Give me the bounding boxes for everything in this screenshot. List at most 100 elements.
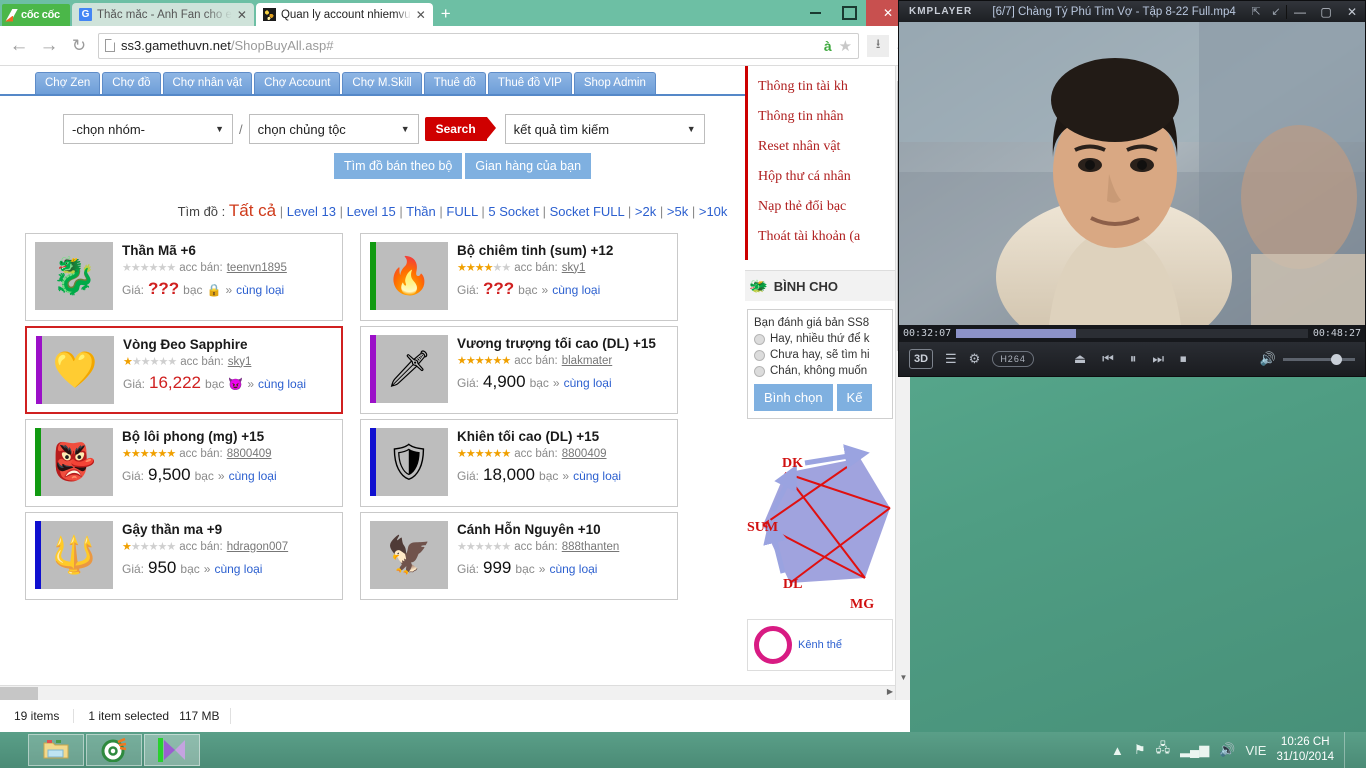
same-type-link[interactable]: cùng loại [229, 469, 277, 483]
kmplayer-close-button[interactable]: ✕ [1339, 5, 1365, 19]
browser-tab-2-close-icon[interactable]: ✕ [416, 9, 426, 21]
browser-tab-2[interactable]: Quan ly account nhiemvu ✕ [255, 3, 433, 26]
kmplayer-minimize-button[interactable]: — [1287, 5, 1313, 19]
poll-vote-button[interactable]: Bình chọn [754, 384, 833, 411]
taskbar-item-file-explorer[interactable] [28, 734, 84, 766]
site-nav-tab-cho-nhan-vat[interactable]: Chợ nhân vật [162, 72, 253, 94]
same-type-link[interactable]: cùng loại [564, 376, 612, 390]
seek-bar[interactable]: 00:32:07 00:48:27 [899, 325, 1365, 342]
poll-option-3[interactable]: Chán, không muốn [754, 365, 886, 377]
forward-icon[interactable]: → [38, 35, 60, 57]
menu-item-account-info[interactable]: Thông tin tài kh [758, 72, 895, 102]
radio-icon[interactable] [754, 333, 765, 345]
find-link-5socket[interactable]: 5 Socket [488, 204, 539, 219]
minimize-button[interactable] [798, 0, 832, 26]
poll-results-button[interactable]: Kế [836, 384, 873, 411]
find-link-5k[interactable]: >5k [667, 204, 688, 219]
find-link-socket-full[interactable]: Socket FULL [550, 204, 625, 219]
item-card[interactable]: 💛 Vòng Đeo Sapphire ★★★★★★ acc bán: sky1 Giá:… [25, 326, 343, 414]
item-thumbnail[interactable]: 💛 [36, 336, 114, 404]
find-link-than[interactable]: Thần [406, 204, 436, 219]
bookmark-star-icon[interactable]: ★ [839, 37, 852, 55]
item-card[interactable]: 👺 Bộ lôi phong (mg) +15 ★★★★★★ acc bán: 8800… [25, 419, 343, 507]
site-nav-tab-cho-do[interactable]: Chợ đồ [102, 72, 161, 94]
item-thumbnail[interactable]: 👺 [35, 428, 113, 496]
find-set-items-button[interactable]: Tìm đồ bán theo bộ [333, 153, 463, 179]
item-seller-link[interactable]: sky1 [228, 356, 252, 368]
pin-icon[interactable]: ⇱ [1246, 5, 1266, 18]
same-type-link[interactable]: cùng loại [573, 469, 621, 483]
horizontal-scroll-thumb[interactable] [0, 687, 38, 700]
same-type-link[interactable]: cùng loại [552, 283, 600, 297]
same-type-link[interactable]: cùng loại [258, 377, 306, 391]
site-nav-tab-thue-do-vip[interactable]: Thuê đồ VIP [487, 72, 572, 94]
network-icon[interactable]: 🖧 [1156, 739, 1171, 761]
codec-badge[interactable]: H264 [992, 351, 1034, 367]
address-bar[interactable]: ss3.gamethuvn.net/ShopBuyAll.asp# à ★ [98, 32, 860, 59]
same-type-link[interactable]: cùng loại [214, 562, 262, 576]
eject-icon[interactable]: ⏏ [1074, 351, 1086, 367]
maximize-button[interactable] [832, 0, 866, 26]
find-link-all[interactable]: Tất cả [229, 201, 276, 220]
item-card[interactable]: 🔱 Gậy thần ma +9 ★★★★★★ acc bán: hdragon007 G… [25, 512, 343, 600]
item-card[interactable]: 🗡 Vương trượng tối cao (DL) +15 ★★★★★★ acc … [360, 326, 678, 414]
site-nav-tab-cho-account[interactable]: Chợ Account [254, 72, 341, 94]
menu-item-topup[interactable]: Nạp thẻ đổi bạc [758, 192, 895, 222]
playlist-icon[interactable]: ☰ [945, 351, 957, 367]
new-tab-button[interactable]: + [441, 4, 451, 26]
result-select[interactable]: kết quả tìm kiếm ▼ [504, 114, 705, 144]
find-link-level13[interactable]: Level 13 [287, 204, 336, 219]
item-thumbnail[interactable]: 🛡 [370, 428, 448, 496]
menu-item-character-info[interactable]: Thông tin nhân [758, 102, 895, 132]
item-card[interactable]: 🛡 Khiên tối cao (DL) +15 ★★★★★★ acc bán: 880… [360, 419, 678, 507]
volume-icon[interactable]: 🔊 [1219, 742, 1235, 758]
menu-item-inbox[interactable]: Hộp thư cá nhân [758, 162, 895, 192]
item-card[interactable]: 🐉 Thần Mã +6 ★★★★★★ acc bán: teenvn1895 Giá:?… [25, 233, 343, 321]
volume-knob[interactable] [1331, 353, 1342, 365]
radio-icon[interactable] [754, 349, 765, 361]
poll-option-2[interactable]: Chưa hay, sẽ tìm hi [754, 349, 886, 361]
browser-tab-1-close-icon[interactable]: ✕ [237, 9, 247, 21]
video-surface[interactable] [899, 22, 1365, 325]
item-seller-link[interactable]: 888thanten [562, 541, 620, 553]
item-thumbnail[interactable]: 🔥 [370, 242, 448, 310]
signal-bars-icon[interactable]: ▂▄▆ [1180, 742, 1209, 758]
your-shop-button[interactable]: Gian hàng của bạn [465, 153, 592, 179]
next-icon[interactable]: ⏭ [1152, 351, 1164, 367]
show-desktop-button[interactable] [1344, 732, 1354, 768]
scroll-down-icon[interactable]: ▼ [896, 670, 910, 685]
item-seller-link[interactable]: teenvn1895 [227, 262, 287, 274]
language-indicator[interactable]: VIE [1245, 743, 1266, 758]
menu-item-reset-character[interactable]: Reset nhân vật [758, 132, 895, 162]
find-link-level15[interactable]: Level 15 [347, 204, 396, 219]
item-thumbnail[interactable]: 🐉 [35, 242, 113, 310]
site-nav-tab-thue-do[interactable]: Thuê đồ [423, 72, 486, 94]
race-select[interactable]: chọn chủng tộc ▼ [248, 114, 419, 144]
item-seller-link[interactable]: blakmater [562, 355, 613, 367]
volume-icon[interactable]: 🔊 [1260, 351, 1276, 367]
translate-icon[interactable]: à [824, 38, 832, 54]
item-thumbnail[interactable]: 🗡 [370, 335, 448, 403]
item-seller-link[interactable]: hdragon007 [227, 541, 288, 553]
site-nav-tab-cho-mskill[interactable]: Chợ M.Skill [342, 72, 422, 94]
taskbar-item-media-player[interactable] [144, 734, 200, 766]
item-seller-link[interactable]: 8800409 [227, 448, 272, 460]
scroll-right-icon[interactable]: ▶ [887, 687, 893, 696]
seek-track[interactable] [956, 329, 1308, 338]
item-card[interactable]: 🔥 Bộ chiêm tinh (sum) +12 ★★★★★★ acc bán: sk… [360, 233, 678, 321]
search-button[interactable]: Search [424, 117, 496, 141]
shrink-icon[interactable]: ↙ [1266, 5, 1286, 18]
volume-control[interactable]: 🔊 [1260, 351, 1355, 367]
reload-icon[interactable]: ↻ [68, 36, 90, 56]
same-type-link[interactable]: cùng loại [236, 283, 284, 297]
settings-gear-icon[interactable]: ⚙ [969, 351, 981, 367]
item-thumbnail[interactable]: 🦅 [370, 521, 448, 589]
item-thumbnail[interactable]: 🔱 [35, 521, 113, 589]
pause-icon[interactable]: ⏸ [1130, 351, 1137, 367]
item-seller-link[interactable]: sky1 [562, 262, 586, 274]
action-center-flag-icon[interactable]: ⚑ [1134, 742, 1146, 758]
site-nav-tab-shop-admin[interactable]: Shop Admin [573, 72, 656, 94]
tray-expand-arrow-icon[interactable]: ▲ [1111, 743, 1124, 758]
menu-item-logout[interactable]: Thoát tài khoản (a [758, 222, 895, 252]
radio-icon[interactable] [754, 365, 765, 377]
